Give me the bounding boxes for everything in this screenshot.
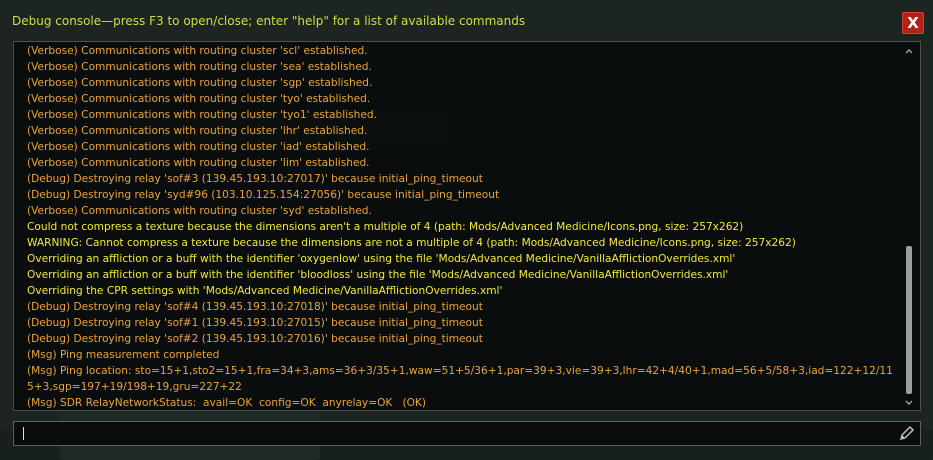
log-line: (Debug) Destroying relay 'sof#2 (139.45.…: [27, 333, 483, 345]
log-line: Overriding an affliction or a buff with …: [27, 269, 729, 281]
log-line: Overriding an affliction or a buff with …: [27, 253, 736, 265]
log-line: (Verbose) Communications with routing cl…: [27, 61, 372, 73]
command-input-row: [13, 421, 921, 446]
log-line: (Debug) Destroying relay 'syd#96 (103.10…: [27, 189, 500, 201]
log-line: (Debug) Destroying relay 'sof#3 (139.45.…: [27, 173, 483, 185]
command-input[interactable]: [28, 424, 892, 445]
scrollbar-thumb[interactable]: [906, 246, 912, 394]
log-line: Overriding the CPR settings with 'Mods/A…: [27, 285, 503, 297]
console-title: Debug console—press F3 to open/close; en…: [12, 14, 526, 28]
log-line: WARNING: Cannot compress a texture becau…: [27, 237, 796, 249]
log-line: (Verbose) Communications with routing cl…: [27, 205, 372, 217]
close-icon: X: [907, 14, 919, 32]
pencil-icon[interactable]: [898, 424, 916, 442]
log-line: (Verbose) Communications with routing cl…: [27, 157, 370, 169]
close-button[interactable]: X: [902, 12, 924, 34]
log-line: (Debug) Destroying relay 'sof#4 (139.45.…: [27, 301, 483, 313]
scrollbar[interactable]: [904, 46, 914, 408]
log-line: (Msg) Ping measurement completed: [27, 349, 220, 361]
console-output[interactable]: (Verbose) Communications with routing cl…: [13, 41, 921, 411]
log-line: (Verbose) Communications with routing cl…: [27, 125, 368, 137]
chevron-down-icon[interactable]: [904, 398, 914, 408]
log-line: (Verbose) Communications with routing cl…: [27, 93, 371, 105]
log-list: (Verbose) Communications with routing cl…: [27, 43, 898, 410]
log-line: Could not compress a texture because the…: [27, 221, 744, 233]
text-caret: [23, 427, 24, 440]
log-line: (Msg) SDR RelayNetworkStatus: avail=OK c…: [27, 397, 427, 409]
log-line: (Verbose) Communications with routing cl…: [27, 45, 368, 57]
chevron-up-icon[interactable]: [904, 46, 914, 56]
log-line: (Verbose) Communications with routing cl…: [27, 77, 373, 89]
log-line: (Msg) Ping location: sto=15+1,sto2=15+1,…: [27, 365, 893, 393]
log-line: (Verbose) Communications with routing cl…: [27, 141, 370, 153]
log-line: (Debug) Destroying relay 'sof#1 (139.45.…: [27, 317, 483, 329]
log-line: (Verbose) Communications with routing cl…: [27, 109, 377, 121]
console-title-bar: Debug console—press F3 to open/close; en…: [0, 0, 933, 42]
